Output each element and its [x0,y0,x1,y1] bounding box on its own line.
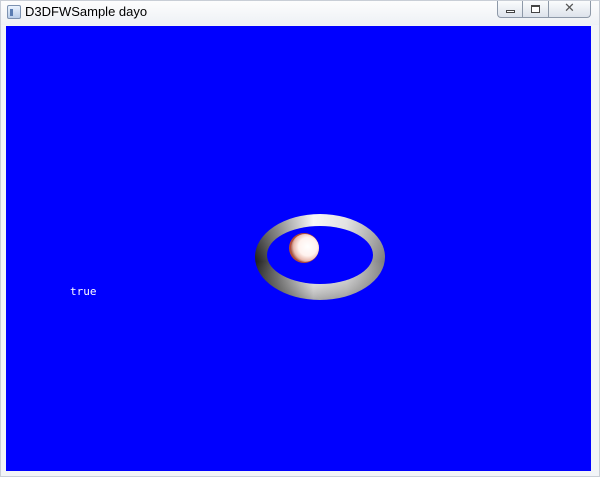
maximize-icon [531,5,540,13]
torus-ring [254,211,386,303]
minimize-icon [506,10,515,13]
render-viewport[interactable]: true [6,26,591,471]
close-button[interactable]: ✕ [549,1,591,18]
maximize-button[interactable] [523,1,549,18]
minimize-button[interactable] [497,1,523,18]
application-window-icon[interactable] [7,5,21,19]
sphere [289,233,319,263]
close-icon: ✕ [564,1,575,16]
window-title: D3DFWSample dayo [25,4,148,19]
3d-scene [6,26,591,471]
caption-buttons: ✕ [497,1,591,19]
application-window: D3DFWSample dayo ✕ true [0,0,600,477]
status-text: true [70,285,97,298]
title-bar[interactable]: D3DFWSample dayo ✕ [1,1,599,25]
